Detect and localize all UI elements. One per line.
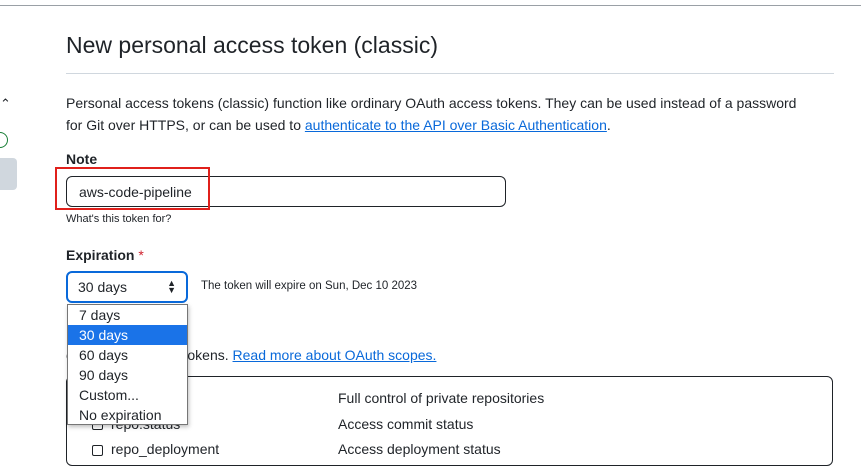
basic-auth-link[interactable]: authenticate to the API over Basic Authe… [305,117,607,133]
top-divider [0,5,861,6]
title-divider [66,73,834,74]
option-7-days[interactable]: 7 days [68,305,187,325]
option-30-days[interactable]: 30 days [68,325,187,345]
required-marker: * [138,247,144,263]
expiration-note: The token will expire on Sun, Dec 10 202… [201,280,418,292]
highlight-box [55,167,210,210]
expiration-label: Expiration * [66,247,144,263]
scope-repo-status-description: Access commit status [338,416,474,432]
page-description: Personal access tokens (classic) functio… [66,92,806,136]
sidebar-selected-item[interactable] [0,158,17,190]
expiration-select[interactable]: 30 days ▲ ▼ [66,271,188,303]
scope-repo-deployment-checkbox[interactable] [92,445,103,456]
scope-repo-description: Full control of private repositories [338,390,545,406]
chevron-up-icon[interactable]: ⌃ [0,97,11,111]
expiration-selected-value: 30 days [78,279,128,295]
page-title: New personal access token (classic) [66,32,438,58]
option-90-days[interactable]: 90 days [68,365,187,385]
scope-repo-deployment-description: Access deployment status [338,441,501,457]
note-label: Note [66,151,98,167]
status-circle-icon [0,132,8,148]
option-no-expiration[interactable]: No expiration [68,405,187,425]
select-arrows-icon: ▲ ▼ [167,278,176,295]
expiration-dropdown: 7 days 30 days 60 days 90 days Custom...… [67,304,188,425]
scope-repo-deployment-name: repo_deployment [111,441,220,457]
option-60-days[interactable]: 60 days [68,345,187,365]
left-sidebar: ⌃ [0,0,20,459]
note-hint: What's this token for? [66,213,172,225]
expiration-label-text: Expiration [66,247,135,263]
oauth-scopes-link[interactable]: Read more about OAuth scopes. [233,347,437,363]
option-custom[interactable]: Custom... [68,385,187,405]
description-end: . [606,117,611,133]
